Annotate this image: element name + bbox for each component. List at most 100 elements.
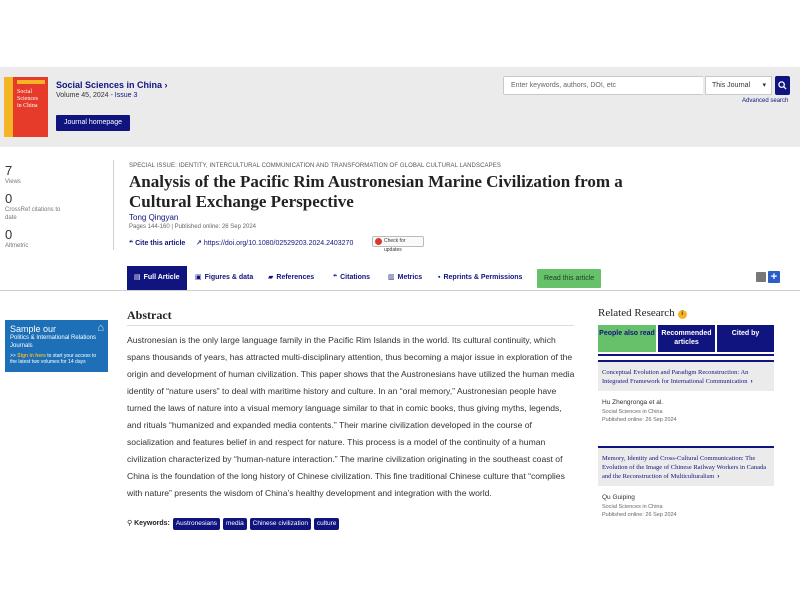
chevron-right-icon: › <box>717 473 720 480</box>
institution-icon: ⌂ <box>97 322 104 334</box>
doi-text: https://doi.org/10.1080/02529203.2024.24… <box>203 240 354 247</box>
cover-text-line: Social <box>17 89 32 95</box>
journal-header: Social Sciences in China Social Sciences… <box>0 67 800 147</box>
related-journal: Social Sciences in China <box>602 409 663 415</box>
related-article-title[interactable]: Memory, Identity and Cross-Cultural Comm… <box>598 446 774 486</box>
tab-full-article[interactable]: ▤ Full Article <box>127 266 187 290</box>
tab-label: References <box>276 274 315 281</box>
metric-value: 7 <box>5 163 13 178</box>
tab-label: Full Article <box>143 274 180 281</box>
cover-title: Social Sciences in China <box>17 89 47 110</box>
keywords-icon: ⚲ <box>127 520 133 527</box>
metric-value: 0 <box>5 227 13 242</box>
info-icon[interactable]: i <box>677 310 687 319</box>
keyword-tag[interactable]: Austronesians <box>172 518 221 530</box>
metric-altmetric[interactable]: 0 Altmetric <box>5 228 85 250</box>
abstract-heading: Abstract <box>127 308 172 322</box>
related-title-text: Conceptual Evolution and Paradigm Recons… <box>602 369 749 385</box>
abstract-text: Austronesian is the only large language … <box>127 335 575 498</box>
document-icon: ▤ <box>134 274 141 281</box>
crossmark-icon <box>375 238 382 245</box>
related-published: Published online: 26 Sep 2024 <box>602 512 677 518</box>
tab-metrics[interactable]: ▥ Metrics <box>388 266 422 290</box>
tab-label: Citations <box>340 274 371 281</box>
image-icon: ▣ <box>195 274 202 281</box>
keywords-label: Keywords: <box>134 520 170 527</box>
search-icon <box>778 81 787 90</box>
tab-recommended-articles[interactable]: Recommended articles <box>658 325 715 352</box>
advanced-search-link[interactable]: Advanced search <box>742 98 788 104</box>
related-published: Published online: 26 Sep 2024 <box>602 417 677 423</box>
cite-article-link[interactable]: ❝ Cite this article <box>129 239 185 247</box>
keyword-tag[interactable]: media <box>223 518 247 530</box>
read-article-button[interactable]: Read this article <box>537 269 602 288</box>
book-icon: ▰ <box>268 274 274 281</box>
tab-reprints-permissions[interactable]: ▪ Reprints & Permissions <box>438 266 522 290</box>
promo-cta: >> Sign in here to start your access to … <box>10 353 103 365</box>
quote-icon: ❝ <box>333 274 338 281</box>
related-article-card[interactable]: Memory, Identity and Cross-Cultural Comm… <box>598 446 774 518</box>
related-article-card[interactable]: Conceptual Evolution and Paradigm Recons… <box>598 360 774 423</box>
related-author: Qu Guiping <box>602 494 635 501</box>
keyword-tag[interactable]: Chinese civilization <box>249 518 311 530</box>
chevron-down-icon: ▾ <box>762 82 766 89</box>
add-share-icon[interactable]: + <box>768 271 780 283</box>
tab-citations[interactable]: ❝ Citations <box>333 266 370 290</box>
check-for-updates-button[interactable]: Check for updates <box>372 236 424 253</box>
related-article-title[interactable]: Conceptual Evolution and Paradigm Recons… <box>598 360 774 391</box>
tab-cited-by[interactable]: Cited by <box>717 325 774 352</box>
email-share-icon[interactable] <box>756 272 766 282</box>
keywords-row: ⚲ Keywords: Austronesians media Chinese … <box>127 518 340 530</box>
tab-label: Metrics <box>397 274 423 281</box>
journal-volume: Volume 45, 2024 - Issue 3 <box>56 92 137 99</box>
tab-figures-data[interactable]: ▣ Figures & data <box>195 266 253 290</box>
search-input[interactable]: Enter keywords, authors, DOI, etc <box>503 76 703 95</box>
journal-homepage-button[interactable]: Journal homepage <box>56 115 130 131</box>
quote-icon: ❝ <box>129 240 134 247</box>
cover-text-line: in China <box>17 103 38 109</box>
related-research-heading: Related Research i <box>598 307 687 319</box>
chevron-right-icon: › <box>750 378 753 385</box>
tab-references[interactable]: ▰ References <box>268 266 314 290</box>
issue-link[interactable]: Issue 3 <box>115 92 138 99</box>
metrics-divider <box>113 160 114 250</box>
article-metrics: 7 Views 0 CrossRef citations to date 0 A… <box>5 164 85 256</box>
cover-text-line: Sciences <box>17 96 38 102</box>
related-title-text: Memory, Identity and Cross-Cultural Comm… <box>602 455 767 480</box>
doi-link[interactable]: ↗ https://doi.org/10.1080/02529203.2024.2… <box>196 239 353 247</box>
search-scope-value: This Journal <box>712 82 751 89</box>
volume-text: Volume 45, 2024 - <box>56 92 113 99</box>
metric-views[interactable]: 7 Views <box>5 164 85 186</box>
article-title: Analysis of the Pacific Rim Austronesian… <box>129 172 623 211</box>
metric-label: Altmetric <box>5 243 29 249</box>
cite-label: Cite this article <box>135 240 186 247</box>
cover-stripe <box>4 77 13 137</box>
search-button[interactable] <box>775 76 790 95</box>
author-link[interactable]: Tong Qingyan <box>129 213 178 222</box>
tab-people-also-read[interactable]: People also read <box>598 325 656 352</box>
abstract-divider <box>127 325 574 326</box>
special-issue-label[interactable]: SPECIAL ISSUE: IDENTITY, INTERCULTURAL C… <box>129 163 501 169</box>
tab-label: Figures & data <box>204 274 254 281</box>
related-tabs-underline <box>598 354 774 356</box>
tab-label: Reprints & Permissions <box>443 274 523 281</box>
journal-title-link[interactable]: Social Sciences in China › <box>56 80 168 90</box>
metric-crossref[interactable]: 0 CrossRef citations to date <box>5 192 85 222</box>
related-heading-text: Related Research <box>598 307 675 319</box>
pages-and-date: Pages 144-160 | Published online: 26 Sep… <box>129 224 256 230</box>
bar-chart-icon: ▥ <box>388 274 395 281</box>
journal-cover-image[interactable]: Social Sciences in China <box>4 77 48 137</box>
updates-label: Check for updates <box>384 238 406 253</box>
promo-headline: Sample our <box>10 324 57 334</box>
promo-banner[interactable]: ⌂ Sample our Politics & International Re… <box>5 320 108 372</box>
search-scope-select[interactable]: This Journal ▾ <box>705 76 772 95</box>
metric-value: 0 <box>5 191 13 206</box>
keyword-tag[interactable]: culture <box>313 518 340 530</box>
metric-label: Views <box>5 179 21 185</box>
metric-label: CrossRef citations to date <box>5 207 61 221</box>
cover-bar <box>17 80 45 84</box>
lock-icon: ▪ <box>438 274 441 281</box>
related-author: Hu Zhengronga et al. <box>602 399 664 406</box>
promo-subhead: Politics & International Relations Journ… <box>10 335 97 349</box>
related-journal: Social Sciences in China <box>602 504 663 510</box>
